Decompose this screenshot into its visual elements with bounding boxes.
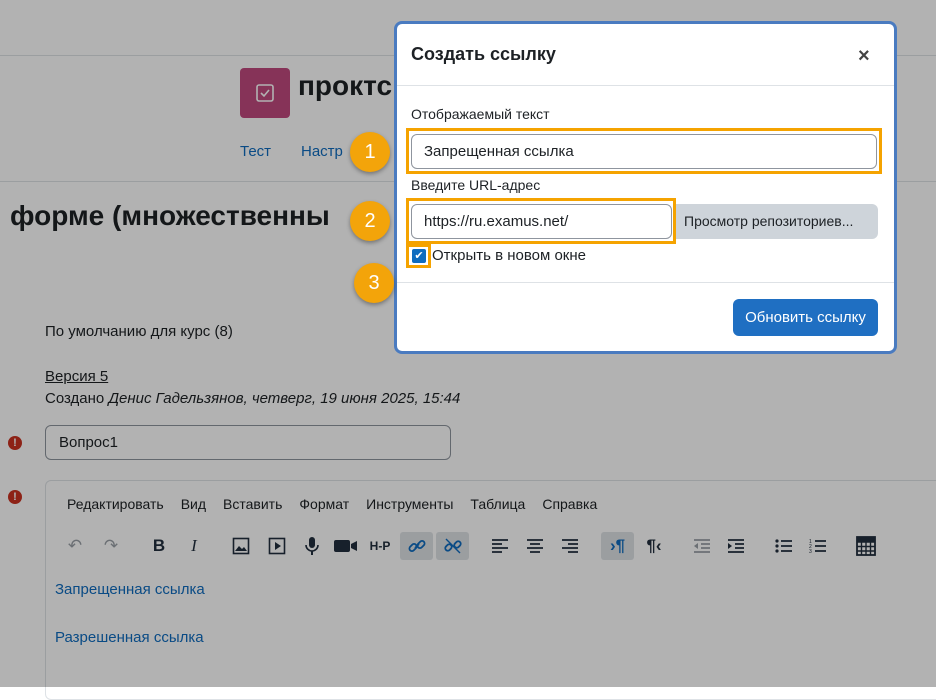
url-label: Введите URL-адрес <box>411 177 541 193</box>
divider <box>397 282 894 283</box>
url-input[interactable]: https://ru.examus.net/ <box>411 204 672 239</box>
divider <box>397 85 894 86</box>
display-text-input[interactable]: Запрещенная ссылка <box>411 134 877 169</box>
close-icon[interactable]: × <box>858 45 870 68</box>
callout-marker-3: 3 <box>354 263 394 303</box>
open-new-window-label: Открыть в новом окне <box>432 247 586 264</box>
dialog-title: Создать ссылку <box>411 44 556 64</box>
update-link-button[interactable]: Обновить ссылку <box>733 299 878 336</box>
callout-marker-2: 2 <box>350 201 390 241</box>
callout-marker-1: 1 <box>350 132 390 172</box>
browse-repositories-button[interactable]: Просмотр репозиториев... <box>676 204 878 239</box>
display-text-label: Отображаемый текст <box>411 106 550 122</box>
open-new-window-checkbox[interactable]: ✔ <box>412 249 426 263</box>
